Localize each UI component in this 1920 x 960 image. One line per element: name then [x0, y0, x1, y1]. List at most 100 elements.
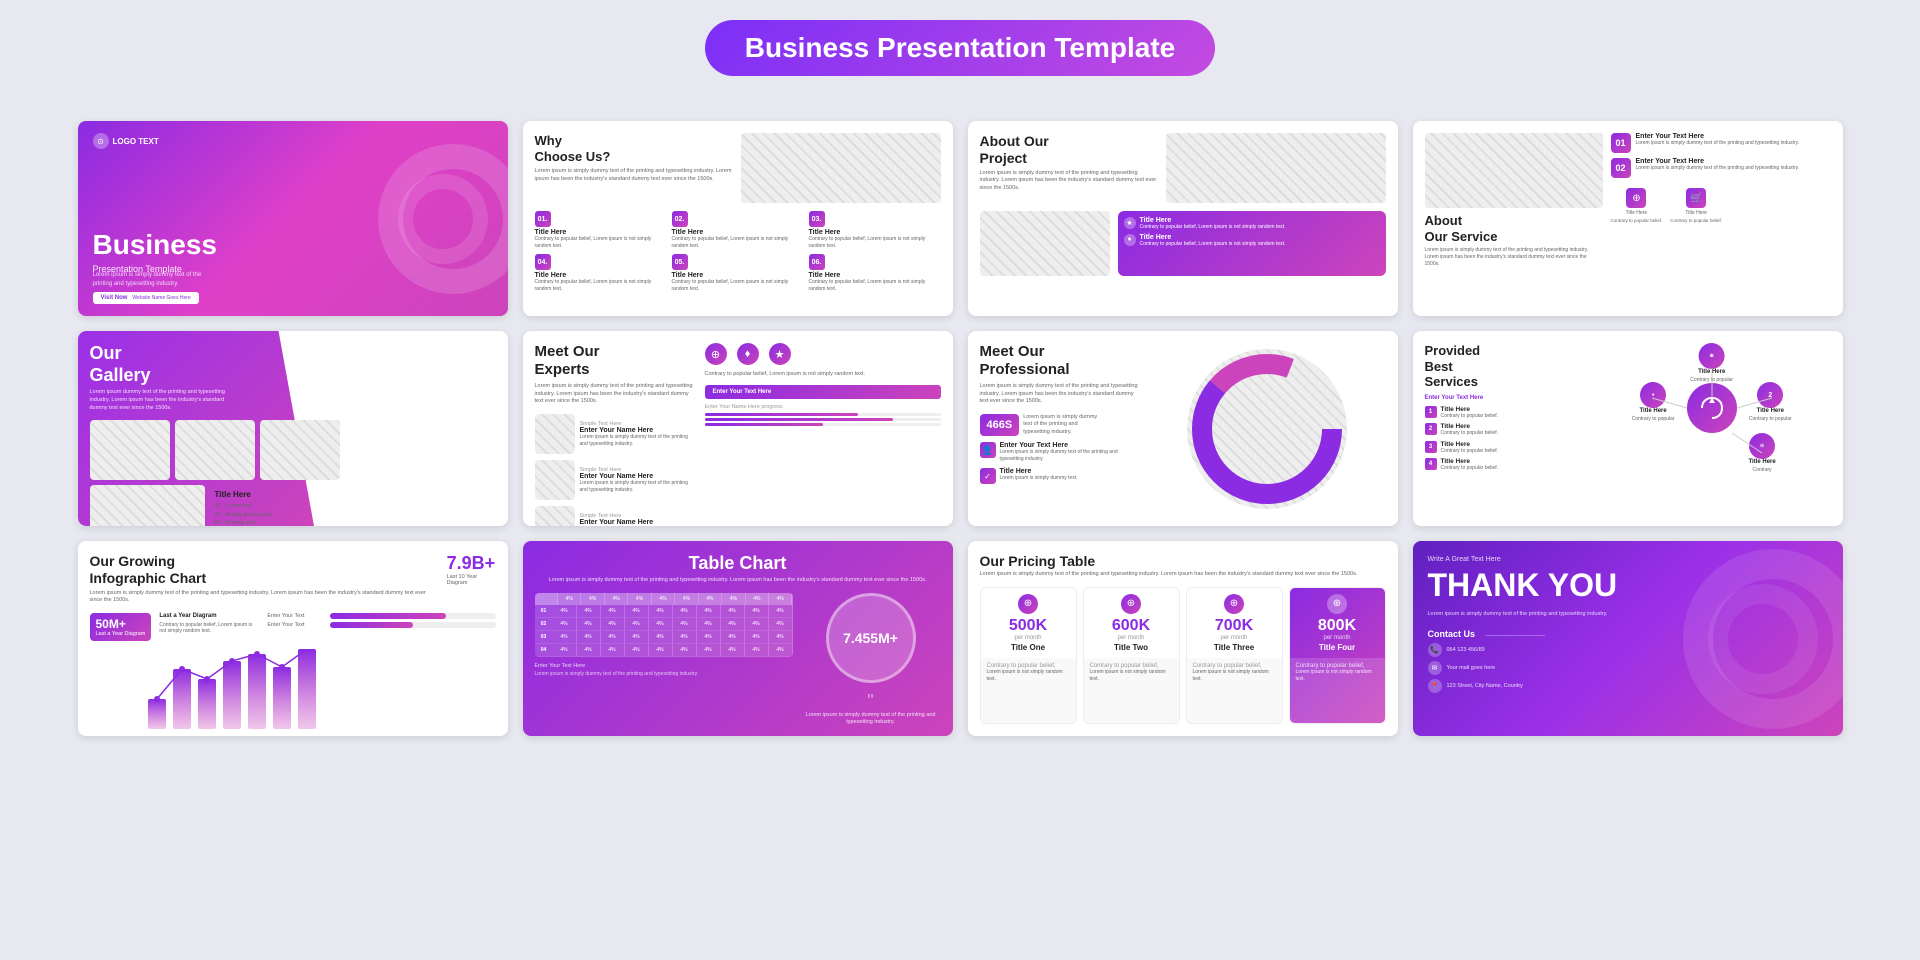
plan-3: ⊕ 700K per month Title Three Contrary to… — [1186, 587, 1283, 724]
slides-grid: ⊙ LOGO TEXT Business Presentation Templa… — [78, 121, 1843, 736]
slide-8: Provided Best Services Enter Your Text H… — [1413, 331, 1843, 526]
slide-2-image — [741, 133, 941, 203]
slide-3-bottom-img — [980, 211, 1110, 276]
gallery-info-title: Title Here — [215, 490, 496, 499]
slide-8-title: Provided Best Services — [1425, 343, 1583, 390]
prof-icon-2: ♦ — [737, 343, 759, 365]
cycle-diagram: ⊕ Title Here Contrary to popular 2 Title… — [1632, 343, 1792, 473]
address-icon: 📍 — [1428, 679, 1442, 693]
gallery-img-3 — [260, 420, 340, 480]
slide-1: ⊙ LOGO TEXT Business Presentation Templa… — [78, 121, 508, 316]
stat-num-box: 466S — [980, 414, 1020, 436]
slide-6-right-desc: Contrary to popular belief, Lorem ipsum … — [705, 371, 941, 379]
slide-5: Our Gallery Lorem ipsum dummy text of th… — [78, 331, 508, 526]
serv-item-2: 2 Title Here Contrary to popular belief. — [1425, 423, 1583, 437]
email-icon: ✉ — [1428, 661, 1442, 675]
gallery-img-2 — [175, 420, 255, 480]
slide-6-desc: Lorem ipsum is simply dummy text of the … — [535, 383, 695, 406]
plan-1: ⊕ 500K per month Title One Contrary to p… — [980, 587, 1077, 724]
main-title: Business — [93, 230, 218, 261]
slide-2: Why Choose Us? Lorem ipsum is simply dum… — [523, 121, 953, 316]
pricing-title: Our Pricing Table — [980, 553, 1386, 569]
slide-4-img — [1425, 133, 1603, 208]
progress-bar-2 — [705, 418, 941, 421]
gallery-title: Our Gallery — [90, 343, 496, 386]
thank-circle-2 — [1708, 584, 1818, 694]
item-3: 03. Title Here Contrary to popular belie… — [809, 211, 941, 249]
feat-1: 👤 Enter Your Text Here Lorem ipsum is si… — [980, 442, 1140, 462]
thank-desc: Lorem ipsum is simply dummy text of the … — [1428, 611, 1628, 619]
quote-icon: " — [867, 691, 873, 712]
slide-9-title: Our Growing Infographic Chart — [90, 553, 439, 587]
gallery-img-1 — [90, 420, 170, 480]
slide-8-enter-text: Enter Your Text Here — [1425, 395, 1583, 401]
expert-1: Simple Text Here Enter Your Name Here Lo… — [535, 414, 695, 454]
stat-label: Lorem ipsum is simply dummy text of the … — [1023, 414, 1103, 435]
slide-1-desc: Lorem ipsum is simply dummy text of the … — [93, 271, 223, 288]
circle-stat: 7.455M+ — [826, 593, 916, 683]
visit-button[interactable]: Visit Now Website Name Goes Here — [93, 292, 199, 304]
table-bottom-text: Enter Your Text Here — [535, 663, 793, 669]
experts-input-bar[interactable]: Enter Your Text Here — [705, 385, 941, 399]
circle-decoration-2 — [398, 174, 488, 264]
prof-icon-3: ★ — [769, 343, 791, 365]
bar-chart-area — [90, 649, 496, 729]
slide-10: Table Chart Lorem ipsum is simply dummy … — [523, 541, 953, 736]
serv-item-1: 1 Title Here Contrary to popular belief. — [1425, 406, 1583, 420]
slide-10-desc: Lorem ipsum is simply dummy text of the … — [535, 577, 941, 585]
table-bottom-desc: Lorem ipsum is simply dummy text of the … — [535, 671, 793, 677]
plan-4: ⊕ 800K per month Title Four Contrary to … — [1289, 587, 1386, 724]
service-icons-row: ⊕ Title Here Contrary to popular belief.… — [1611, 188, 1831, 223]
slide-6: Meet Our Experts Lorem ipsum is simply d… — [523, 331, 953, 526]
slide-2-title: Why Choose Us? — [535, 133, 733, 164]
items-grid: 01. Title Here Contrary to popular belie… — [535, 211, 941, 292]
slide-3-title: About Our Project — [980, 133, 1158, 167]
plans-row: ⊕ 500K per month Title One Contrary to p… — [980, 587, 1386, 724]
donut-ring-svg — [1187, 349, 1347, 509]
page-title-container: Business Presentation Template — [705, 20, 1216, 76]
gallery-images-top — [90, 420, 496, 480]
big-number: 7.9B+ — [447, 553, 496, 574]
slide-11: Our Pricing Table Lorem ipsum is simply … — [968, 541, 1398, 736]
expert-3: Simple Text Here Enter Your Name Here Lo… — [535, 506, 695, 526]
step-2: 02 Enter Your Text Here Lorem ipsum is s… — [1611, 158, 1831, 178]
stat-desc-title: Last a Year Diagram — [159, 613, 259, 619]
slide-3-top-img — [1166, 133, 1386, 203]
slide-2-desc: Lorem ipsum is simply dummy text of the … — [535, 168, 733, 183]
plan-2: ⊕ 600K per month Title Two Contrary to p… — [1083, 587, 1180, 724]
expert-2: Simple Text Here Enter Your Name Here Lo… — [535, 460, 695, 500]
prof-icon-1: ⊕ — [705, 343, 727, 365]
cycle-lines — [1632, 343, 1792, 473]
feat-2: ✓ Title Here Lorem ipsum is simply dummy… — [980, 468, 1140, 484]
email-label: Your mail goes here — [1447, 665, 1496, 671]
expert-2-img — [535, 460, 575, 500]
big-num-label: Last 10 Year Diagram — [447, 574, 496, 586]
gallery-img-large — [90, 485, 205, 526]
gallery-desc: Lorem ipsum dummy text of the printing a… — [90, 389, 230, 412]
feat-2-icon: ✓ — [980, 468, 996, 484]
slide-9-desc: Lorem ipsum is simply dummy text of the … — [90, 590, 439, 605]
slide-10-title: Table Chart — [535, 553, 941, 574]
page-header: Business Presentation Template — [705, 20, 1216, 101]
logo-text: LOGO TEXT — [113, 137, 159, 146]
slide-7-desc: Lorem ipsum is simply dummy text of the … — [980, 383, 1140, 406]
item-2: 02. Title Here Contrary to popular belie… — [672, 211, 804, 249]
slide-3-desc: Lorem ipsum is simply dummy text of the … — [980, 170, 1158, 193]
item-6: 06. Title Here Contrary to popular belie… — [809, 254, 941, 292]
slide-12: Write A Great Text Here THANK YOU Lorem … — [1413, 541, 1843, 736]
slide-4-title: About Our Service — [1425, 213, 1603, 244]
logo-area: ⊙ LOGO TEXT — [93, 133, 159, 149]
phone-label: 054 123 456/89 — [1447, 647, 1485, 653]
slide-6-title: Meet Our Experts — [535, 343, 695, 379]
item-1: 01. Title Here Contrary to popular belie… — [535, 211, 667, 249]
serv-item-3: 3 Title Here Contrary to popular belief. — [1425, 441, 1583, 455]
progress-bar-1 — [705, 413, 941, 416]
slide-4: About Our Service Lorem ipsum is simply … — [1413, 121, 1843, 316]
expert-3-img — [535, 506, 575, 526]
logo-icon: ⊙ — [93, 133, 109, 149]
gallery-bottom: Title Here 01 - Lorem text 02 - Simply d… — [90, 485, 496, 526]
expert-1-img — [535, 414, 575, 454]
pricing-desc: Lorem ipsum is simply dummy text of the … — [980, 571, 1386, 579]
slide-3: About Our Project Lorem ipsum is simply … — [968, 121, 1398, 316]
donut-chart — [1187, 349, 1347, 509]
